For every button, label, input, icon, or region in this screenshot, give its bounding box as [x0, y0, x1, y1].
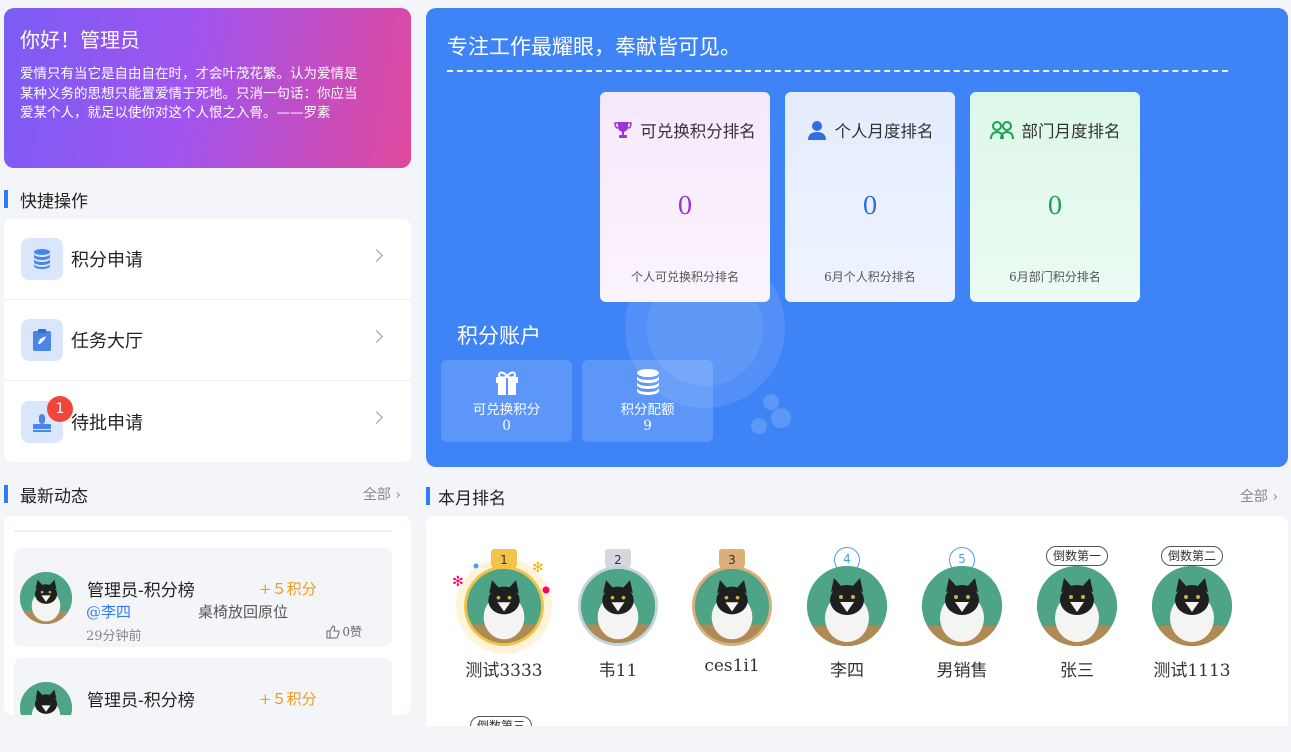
quick-actions-title: 快捷操作	[20, 191, 88, 212]
chevron-right-icon	[370, 411, 383, 424]
group-icon	[989, 121, 1014, 140]
news-item[interactable]: 管理员-积分榜 +５积分	[14, 658, 392, 715]
ranking-panel: ✻ ✻ 1 测试3333 2 韦11 3 ces1i1 4 李四 5 男销售 倒…	[426, 516, 1288, 726]
chevron-right-icon	[370, 249, 383, 262]
rank-person-name: 测试3333	[465, 661, 543, 681]
database-icon	[21, 238, 63, 280]
news-author: 管理员-积分榜	[87, 581, 195, 601]
greeting-quote: 爱情只有当它是自由自在时，才会叶茂花繁。认为爱情是某种义务的思想只能置爱情于死地…	[20, 66, 358, 121]
avatar	[1152, 566, 1232, 646]
section-marker	[426, 487, 430, 505]
rank-card-value: 0	[862, 192, 878, 220]
avatar	[20, 682, 72, 715]
account-exchangeable-points[interactable]: 可兑换积分 0	[441, 360, 572, 442]
rank-card-title: 个人月度排名	[785, 118, 955, 142]
quick-item-points-apply[interactable]: 积分申请	[4, 219, 411, 300]
right-column: 专注工作最耀眼，奉献皆可见。 可兑换积分排名 0 个人可兑换积分排名 个人月度排…	[426, 8, 1288, 509]
avatar	[20, 572, 72, 624]
account-label: 可兑换积分	[472, 402, 541, 418]
account-points-quota[interactable]: 积分配额 9	[582, 360, 713, 442]
rank-person[interactable]: 2 韦11	[568, 546, 668, 681]
rank-bottom-tag: 倒数第二	[1160, 546, 1224, 566]
rank-person-name: 李四	[830, 661, 864, 681]
rank-bottom-tag: 倒数第三	[469, 716, 533, 726]
rank-person-name: 男销售	[936, 661, 988, 681]
task-icon	[21, 319, 63, 361]
rank-person-name: 韦11	[598, 661, 638, 681]
greeting-title: 你好！管理员	[20, 28, 140, 52]
rank-card-subtitle: 6月个人积分排名	[824, 270, 916, 284]
news-author: 管理员-积分榜	[87, 691, 195, 711]
pending-count-badge: 1	[47, 396, 73, 422]
avatar	[578, 566, 658, 646]
news-item[interactable]: 管理员-积分榜 +５积分 @李四 桌椅放回原位 29分钟前 0赞	[14, 548, 392, 647]
rank-card-title: 部门月度排名	[970, 118, 1140, 142]
news-mention[interactable]: @李四	[86, 601, 131, 622]
news-more-link[interactable]: 全部 ›	[363, 484, 401, 504]
dashed-divider	[447, 70, 1228, 72]
rank-person[interactable]: 4 李四	[797, 546, 897, 681]
rank-person-name: 张三	[1060, 661, 1094, 681]
account-title: 积分账户	[457, 324, 541, 348]
avatar	[807, 566, 887, 646]
rank-card-value: 0	[677, 192, 693, 220]
coins-icon	[582, 368, 713, 396]
section-marker	[4, 190, 8, 208]
rank-card-subtitle: 6月部门积分排名	[1009, 270, 1101, 284]
account-value: 9	[643, 418, 652, 434]
rank-card-dept-monthly[interactable]: 部门月度排名 0 6月部门积分排名	[970, 92, 1140, 302]
account-label: 积分配额	[620, 402, 675, 418]
news-points: +５积分	[259, 690, 317, 708]
rank-person[interactable]: 倒数第一 张三	[1027, 546, 1127, 681]
gift-icon	[441, 368, 572, 396]
ranking-title: 本月排名	[438, 488, 506, 509]
quick-item-task-hall[interactable]: 任务大厅	[4, 300, 411, 381]
news-feed: 管理员-积分榜 +５积分 @李四 桌椅放回原位 29分钟前 0赞 管理员-积分榜…	[4, 516, 411, 715]
rank-person-name: 测试1113	[1153, 661, 1231, 681]
rank-card-subtitle: 个人可兑换积分排名	[630, 270, 739, 284]
ranking-header: 本月排名 全部 ›	[426, 484, 1288, 509]
quick-item-label: 积分申请	[71, 250, 143, 271]
rank-card-title: 可兑换积分排名	[600, 118, 770, 142]
avatar	[464, 566, 544, 646]
rank-person[interactable]: 1 测试3333	[454, 546, 554, 681]
ranking-more-link[interactable]: 全部 ›	[1240, 486, 1278, 506]
like-count: 0赞	[342, 625, 362, 639]
rank-person[interactable]: 3 ces1i1	[682, 546, 782, 676]
like-button[interactable]: 0赞	[326, 623, 362, 640]
avatar	[922, 566, 1002, 646]
news-points: +５积分	[259, 580, 317, 598]
account-value: 0	[502, 418, 511, 434]
user-icon	[807, 121, 826, 140]
rank-card-personal-monthly[interactable]: 个人月度排名 0 6月个人积分排名	[785, 92, 955, 302]
quick-item-label: 待批申请	[71, 412, 143, 434]
rank-person-name: ces1i1	[704, 656, 760, 676]
trophy-icon	[614, 122, 633, 138]
hero-panel: 专注工作最耀眼，奉献皆可见。 可兑换积分排名 0 个人可兑换积分排名 个人月度排…	[426, 8, 1288, 467]
quick-actions-list: 积分申请 任务大厅 1 待批申请	[4, 219, 411, 462]
news-content: 桌椅放回原位	[198, 603, 289, 621]
quick-item-label: 任务大厅	[71, 331, 143, 352]
news-title: 最新动态	[20, 486, 88, 507]
rank-bottom-tag: 倒数第一	[1045, 546, 1109, 566]
rank-card-value: 0	[1047, 192, 1063, 220]
quick-actions-header: 快捷操作	[4, 187, 411, 212]
rank-person[interactable]: 倒数第二 测试1113	[1142, 546, 1242, 681]
left-column: 你好！管理员 爱情只有当它是自由自在时，才会叶茂花繁。认为爱情是某种义务的思想只…	[4, 8, 411, 715]
news-scroll-edge	[14, 524, 392, 532]
section-marker	[4, 485, 8, 503]
quick-item-pending-approval[interactable]: 1 待批申请	[4, 381, 411, 462]
rank-person[interactable]: 5 男销售	[912, 546, 1012, 681]
chevron-right-icon	[370, 330, 383, 343]
hero-slogan: 专注工作最耀眼，奉献皆可见。	[447, 35, 741, 59]
news-header: 最新动态 全部 ›	[4, 482, 411, 507]
rank-card-exchangeable[interactable]: 可兑换积分排名 0 个人可兑换积分排名	[600, 92, 770, 302]
thumbs-up-icon	[326, 624, 340, 638]
avatar	[692, 566, 772, 646]
avatar	[1037, 566, 1117, 646]
greeting-card: 你好！管理员 爱情只有当它是自由自在时，才会叶茂花繁。认为爱情是某种义务的思想只…	[4, 8, 411, 168]
news-time: 29分钟前	[86, 629, 142, 644]
